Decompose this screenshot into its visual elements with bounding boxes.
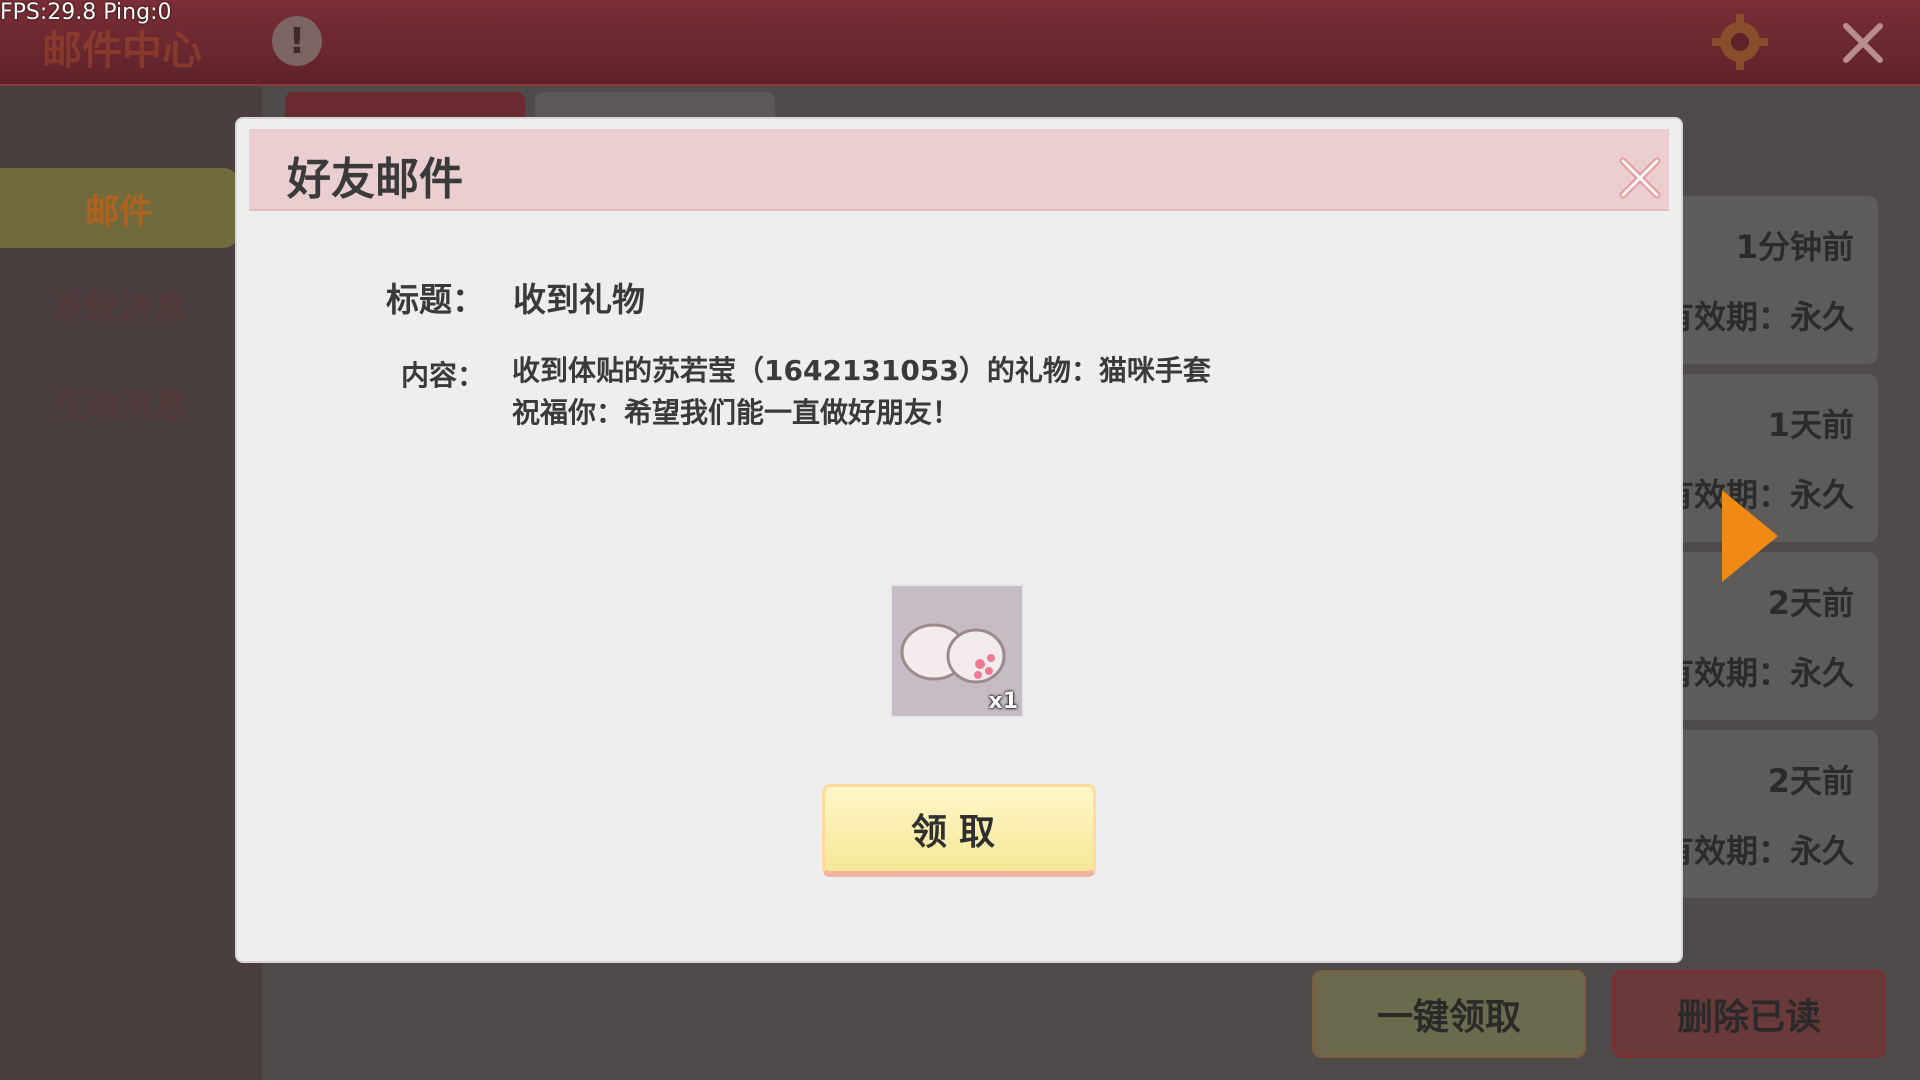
- mail-expiry: 有效期：永久: [1661, 298, 1854, 336]
- claim-button[interactable]: 领取: [822, 784, 1096, 877]
- top-bar: 邮件中心 !: [0, 0, 1920, 86]
- mail-expiry: 有效期：永久: [1661, 654, 1854, 692]
- info-icon[interactable]: !: [272, 16, 322, 66]
- close-icon[interactable]: [1615, 153, 1665, 203]
- sidebar-item-mail[interactable]: 邮件: [0, 168, 238, 248]
- mail-time: 1天前: [1767, 406, 1854, 444]
- next-arrow-icon[interactable]: [1722, 490, 1778, 582]
- mail-expiry: 有效期：永久: [1661, 832, 1854, 870]
- fps-readout: FPS:29.8 Ping:0: [0, 0, 172, 25]
- sidebar-item-system[interactable]: 系统消息: [0, 264, 238, 344]
- dialog-header: 好友邮件: [249, 129, 1669, 211]
- subject-value: 收到礼物: [513, 280, 645, 319]
- mail-time: 2天前: [1767, 762, 1854, 800]
- content-line-2: 祝福你：希望我们能一直做好朋友！: [512, 396, 961, 429]
- delete-read-button[interactable]: 删除已读: [1612, 970, 1886, 1058]
- close-icon[interactable]: [1838, 18, 1888, 68]
- content-label: 内容：: [400, 359, 485, 392]
- sidebar-item-interaction[interactable]: 互动消息: [0, 362, 238, 442]
- reward-item[interactable]: x1: [890, 584, 1024, 718]
- gear-icon[interactable]: [1710, 12, 1770, 72]
- mail-time: 1分钟前: [1735, 228, 1854, 266]
- subject-label: 标题：: [386, 280, 485, 319]
- claim-all-button[interactable]: 一键领取: [1312, 970, 1586, 1058]
- dialog-title: 好友邮件: [287, 154, 463, 205]
- content-line-1: 收到体贴的苏若莹（1642131053）的礼物：猫咪手套: [512, 354, 1211, 387]
- mail-time: 2天前: [1767, 584, 1854, 622]
- friend-mail-dialog: 好友邮件 标题： 收到礼物 内容： 收到体贴的苏若莹（1642131053）的礼…: [237, 119, 1681, 961]
- item-quantity: x1: [988, 689, 1019, 714]
- center-title: 邮件中心: [42, 28, 202, 74]
